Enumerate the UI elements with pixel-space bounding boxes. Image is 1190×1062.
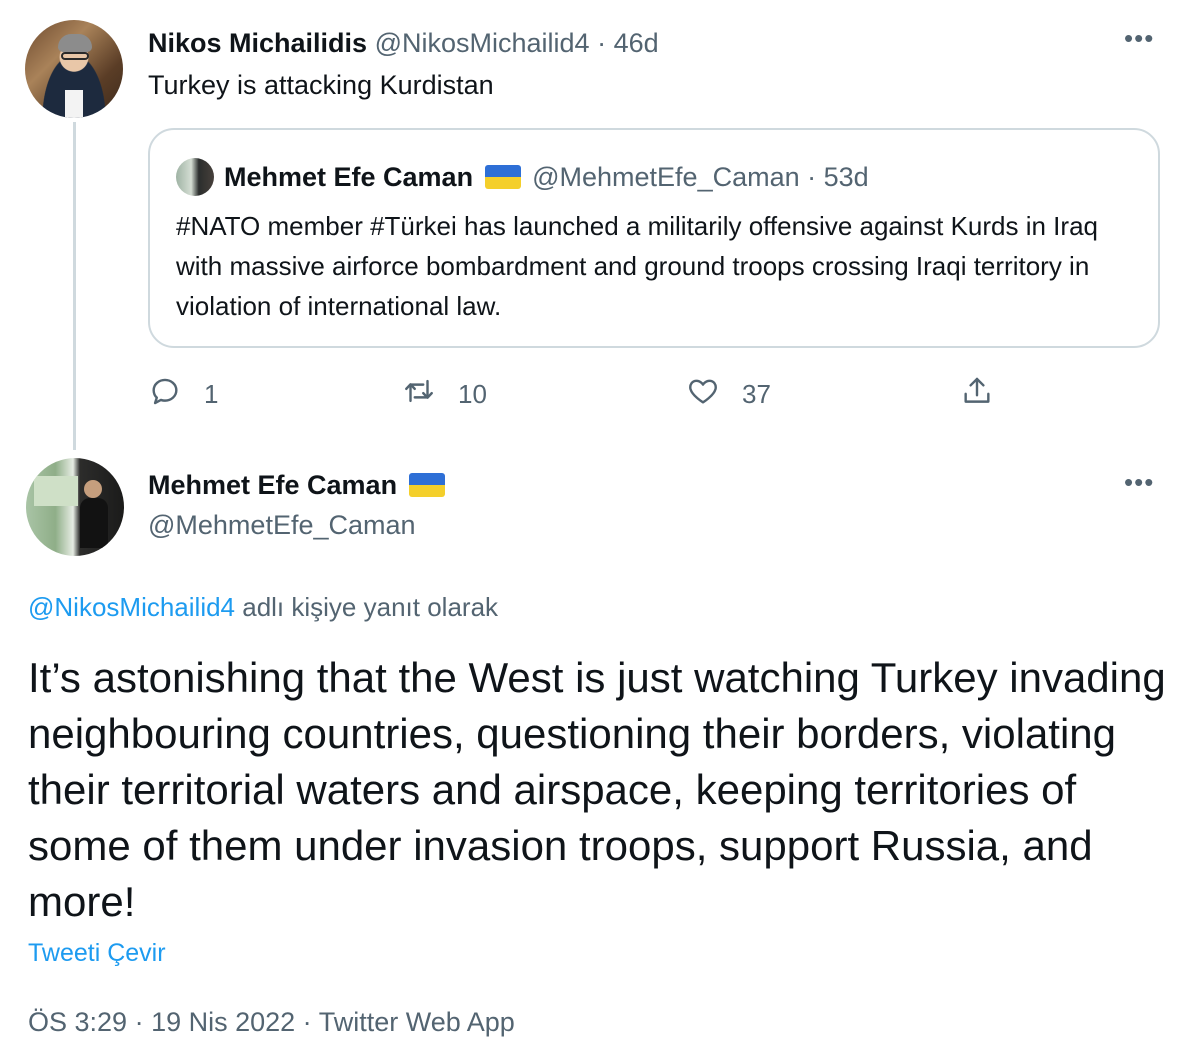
avatar-blackboard [34, 476, 78, 506]
author-handle[interactable]: @NikosMichailid4 [375, 28, 590, 58]
like-count: 37 [742, 378, 771, 409]
ukraine-flag-icon [484, 165, 521, 189]
reply-button[interactable]: 1 [148, 372, 218, 416]
separator-dot: · [295, 1007, 319, 1037]
main-author-name[interactable]: Mehmet Efe Caman [148, 470, 397, 500]
reply-icon [148, 374, 182, 415]
avatar-hair [58, 34, 92, 52]
main-tweet-text: It’s astonishing that the West is just w… [28, 654, 1166, 925]
reply-count: 1 [204, 378, 219, 409]
quoted-avatar [176, 158, 214, 196]
share-button[interactable] [960, 372, 994, 416]
heart-icon [686, 374, 720, 415]
avatar-person-head [84, 480, 102, 498]
separator-dot: · [799, 162, 824, 192]
tweet-time-ago[interactable]: 46d [614, 28, 659, 58]
tweet-date[interactable]: 19 Nis 2022 [151, 1007, 295, 1037]
retweet-button[interactable]: 10 [402, 372, 487, 416]
quoted-tweet-card[interactable]: Mehmet Efe Caman @MehmetEfe_Caman · 53d … [148, 128, 1160, 348]
main-author-handle[interactable]: @MehmetEfe_Caman [148, 508, 416, 542]
avatar-person-body [80, 498, 108, 548]
more-options-icon[interactable]: ••• [1124, 25, 1154, 51]
thread-connector-line [73, 122, 76, 450]
tweet-page: Nikos Michailidis @NikosMichailid4 · 46d… [0, 0, 1190, 1062]
avatar-shirt [65, 90, 83, 118]
like-button[interactable]: 37 [686, 372, 771, 416]
avatar-mehmet[interactable] [26, 458, 124, 556]
quoted-time-ago: 53d [823, 162, 869, 192]
retweet-count: 10 [458, 378, 487, 409]
author-name[interactable]: Nikos Michailidis [148, 28, 367, 58]
tweet-time[interactable]: ÖS 3:29 [28, 1007, 127, 1037]
quoted-author-name: Mehmet Efe Caman [224, 162, 474, 192]
separator-dot: · [589, 28, 614, 58]
tweet-source: Twitter Web App [318, 1007, 515, 1037]
main-tweet-header: Mehmet Efe Caman [148, 468, 449, 502]
quoted-author-handle: @MehmetEfe_Caman [532, 162, 800, 192]
tweet-metadata: ÖS 3:29 · 19 Nis 2022 · Twitter Web App [28, 1004, 515, 1040]
avatar-glasses [61, 52, 89, 60]
separator-dot: · [127, 1007, 152, 1037]
reply-suffix-text: adlı kişiye yanıt olarak [235, 592, 499, 622]
quoted-tweet-text: #NATO member #Türkei has launched a mili… [176, 211, 1098, 321]
retweet-icon [402, 374, 436, 415]
replying-to-line: @NikosMichailid4 adlı kişiye yanıt olara… [28, 590, 498, 624]
avatar-nikos[interactable] [25, 20, 123, 118]
reply-mention-link[interactable]: @NikosMichailid4 [28, 592, 235, 622]
translate-tweet-link[interactable]: Tweeti Çevir [28, 936, 166, 970]
parent-tweet-text: Turkey is attacking Kurdistan [148, 70, 494, 100]
quoted-tweet-header: Mehmet Efe Caman @MehmetEfe_Caman · 53d [224, 160, 869, 194]
ukraine-flag-icon [408, 473, 445, 497]
parent-tweet-header: Nikos Michailidis @NikosMichailid4 · 46d [148, 26, 659, 60]
share-icon [960, 374, 994, 415]
more-options-icon[interactable]: ••• [1124, 469, 1154, 495]
